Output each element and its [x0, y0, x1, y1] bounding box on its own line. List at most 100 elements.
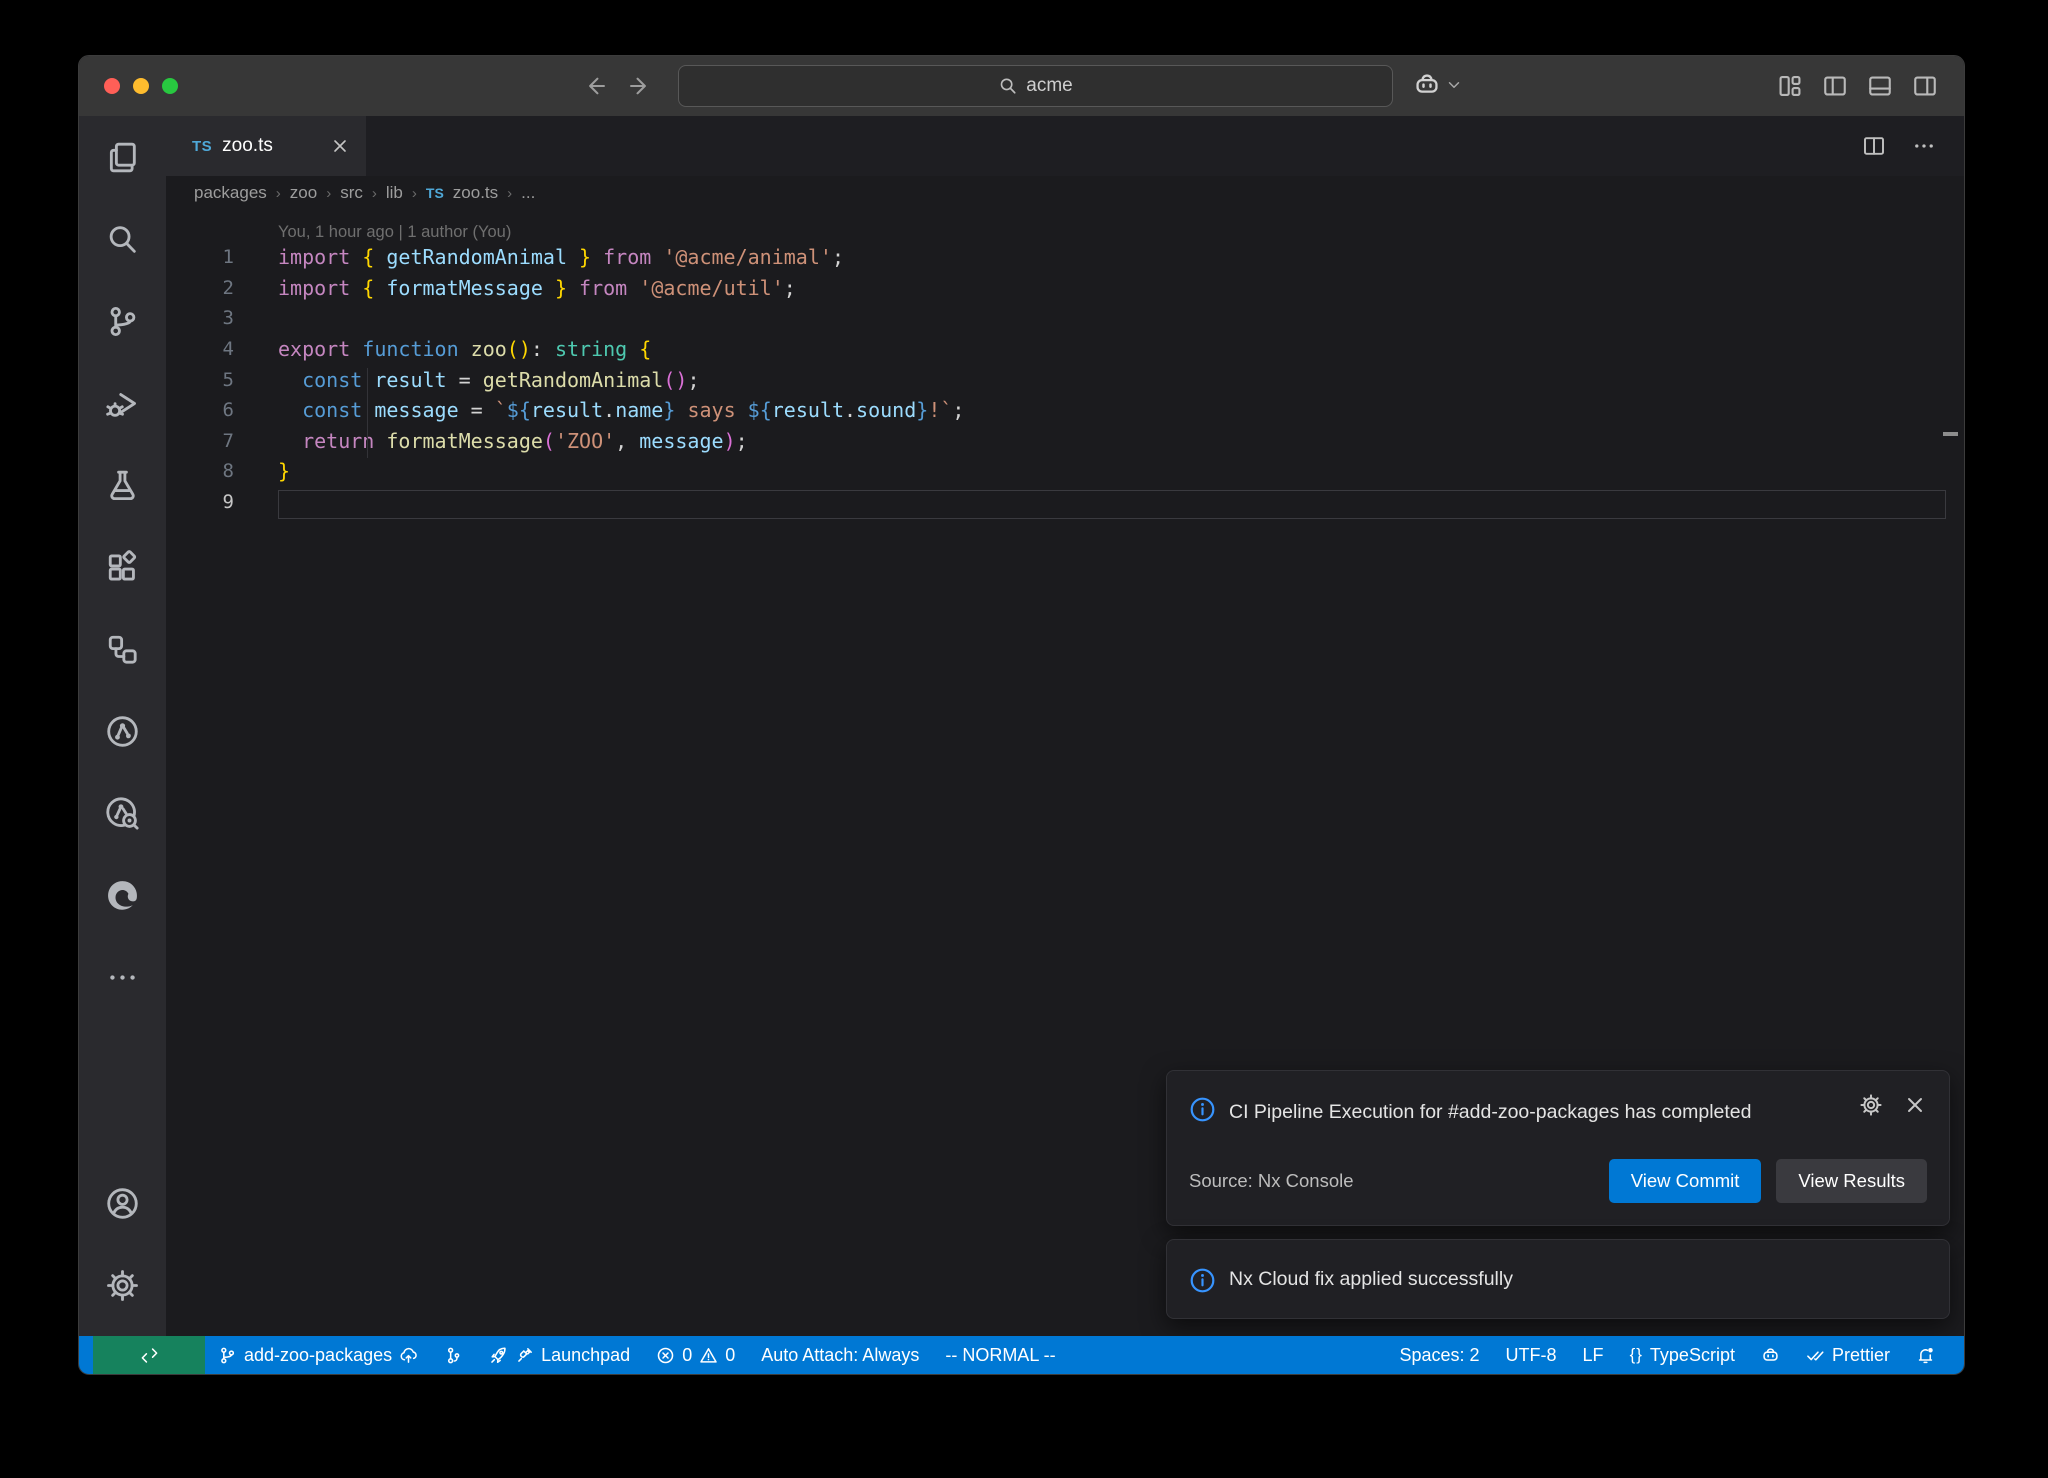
activity-item-more-ellipsis[interactable] — [79, 936, 166, 1018]
maximize-window-button[interactable] — [162, 78, 178, 94]
code-token: return — [278, 429, 374, 453]
code-token: name — [615, 398, 663, 422]
forward-arrow-icon[interactable] — [627, 73, 653, 99]
code-token: getRandomAnimal — [374, 245, 567, 269]
git-graph-item[interactable] — [431, 1336, 476, 1374]
problems-item[interactable]: 00 — [643, 1336, 748, 1374]
notification-center: CI Pipeline Execution for #add-zoo-packa… — [1166, 1070, 1950, 1319]
notifications-bell-item[interactable] — [1903, 1336, 1948, 1374]
notification-message: Nx Cloud fix applied successfully — [1229, 1266, 1513, 1293]
rocket-icon — [489, 1346, 508, 1365]
notification-settings-icon[interactable] — [1859, 1093, 1883, 1117]
search-icon — [105, 222, 140, 257]
code-token: () — [507, 337, 531, 361]
statusbar-text: TypeScript — [1650, 1345, 1735, 1366]
activity-item-references[interactable] — [79, 608, 166, 690]
more-actions-icon[interactable] — [1912, 134, 1936, 158]
activity-item-account[interactable] — [79, 1162, 166, 1244]
toggle-secondary-sidebar-icon[interactable] — [1912, 73, 1938, 99]
statusbar-text: LF — [1583, 1345, 1604, 1366]
view-commit-button[interactable]: View Commit — [1609, 1159, 1762, 1203]
references-icon — [105, 632, 140, 667]
remote-indicator[interactable] — [93, 1336, 205, 1374]
breadcrumb-item[interactable]: zoo — [290, 183, 317, 203]
eol-item[interactable]: LF — [1570, 1336, 1617, 1374]
overview-ruler-mark — [1943, 432, 1958, 436]
copilot-menu[interactable] — [1413, 71, 1463, 99]
indent-guide — [367, 368, 368, 458]
spaces-item[interactable]: Spaces: 2 — [1386, 1336, 1492, 1374]
code-text: export function zoo(): string { — [234, 337, 651, 361]
command-center-search[interactable]: acme — [678, 65, 1393, 107]
code-token: function — [350, 337, 458, 361]
git-blame-annotation: You, 1 hour ago | 1 author (You) — [166, 210, 1964, 242]
close-tab-icon[interactable] — [330, 136, 350, 156]
split-editor-icon[interactable] — [1862, 134, 1886, 158]
breadcrumb-more[interactable]: ... — [521, 183, 535, 203]
launchpad-item[interactable]: Launchpad — [476, 1336, 643, 1374]
encoding-item[interactable]: UTF-8 — [1493, 1336, 1570, 1374]
code-token: () — [663, 368, 687, 392]
git-branch-icon — [218, 1346, 237, 1365]
code-token: } — [663, 398, 675, 422]
activity-item-nx-console[interactable] — [79, 690, 166, 772]
code-text: import { formatMessage } from '@acme/uti… — [234, 276, 796, 300]
tab-zoo-ts[interactable]: TS zoo.ts — [166, 116, 366, 176]
cloud-upload-icon — [399, 1346, 418, 1365]
toggle-panel-icon[interactable] — [1867, 73, 1893, 99]
toggle-sidebar-icon[interactable] — [1822, 73, 1848, 99]
breadcrumb-item[interactable]: lib — [386, 183, 403, 203]
branch-item[interactable]: add-zoo-packages — [205, 1336, 431, 1374]
customize-layout-icon[interactable] — [1777, 73, 1803, 99]
code-token: result — [362, 368, 446, 392]
code-text: } — [234, 459, 290, 483]
code-token — [543, 276, 555, 300]
breadcrumb-item[interactable]: packages — [194, 183, 267, 203]
close-window-button[interactable] — [104, 78, 120, 94]
code-token: says — [675, 398, 747, 422]
activity-item-extensions[interactable] — [79, 526, 166, 608]
code-token: } — [555, 276, 567, 300]
current-line-highlight — [278, 490, 1946, 519]
activity-item-nx-cloud[interactable] — [79, 772, 166, 854]
code-text: return formatMessage('ZOO', message); — [234, 429, 748, 453]
code-text: const result = getRandomAnimal(); — [234, 368, 699, 392]
activity-item-source-control[interactable] — [79, 280, 166, 362]
code-token: import — [278, 245, 350, 269]
activity-item-explorer[interactable] — [79, 116, 166, 198]
breadcrumb-item[interactable]: src — [340, 183, 363, 203]
back-arrow-icon[interactable] — [582, 73, 608, 99]
code-token: ; — [736, 429, 748, 453]
auto-attach-item[interactable]: Auto Attach: Always — [748, 1336, 932, 1374]
view-results-button[interactable]: View Results — [1776, 1159, 1927, 1203]
line-number: 9 — [166, 491, 234, 513]
copilot-item[interactable] — [1748, 1336, 1793, 1374]
vim-mode-item[interactable]: -- NORMAL -- — [932, 1336, 1068, 1374]
code-token — [350, 276, 362, 300]
run-debug-icon — [105, 386, 140, 421]
activity-item-search[interactable] — [79, 198, 166, 280]
plug-icon — [515, 1346, 534, 1365]
activity-item-settings-gear[interactable] — [79, 1244, 166, 1326]
language-item[interactable]: {}TypeScript — [1617, 1336, 1748, 1374]
bell-dot-icon — [1916, 1346, 1935, 1365]
activity-item-edge-browser[interactable] — [79, 854, 166, 936]
statusbar-text: 0 — [725, 1345, 735, 1366]
statusbar-text: Prettier — [1832, 1345, 1890, 1366]
statusbar-text: 0 — [682, 1345, 692, 1366]
code-token: { — [362, 245, 374, 269]
activity-item-testing[interactable] — [79, 444, 166, 526]
notification-close-icon[interactable] — [1903, 1093, 1927, 1117]
activity-item-run-debug[interactable] — [79, 362, 166, 444]
code-token: ( — [543, 429, 555, 453]
code-token: zoo — [459, 337, 507, 361]
nx-cloud-icon — [105, 796, 140, 831]
breadcrumb: packages›zoo›src›lib›TSzoo.ts›... — [166, 176, 1964, 210]
minimize-window-button[interactable] — [133, 78, 149, 94]
prettier-item[interactable]: Prettier — [1793, 1336, 1903, 1374]
search-icon — [998, 76, 1018, 96]
chevron-down-icon — [1445, 76, 1463, 94]
breadcrumb-file[interactable]: zoo.ts — [453, 183, 498, 203]
code-token: result — [531, 398, 603, 422]
statusbar-text: Launchpad — [541, 1345, 630, 1366]
